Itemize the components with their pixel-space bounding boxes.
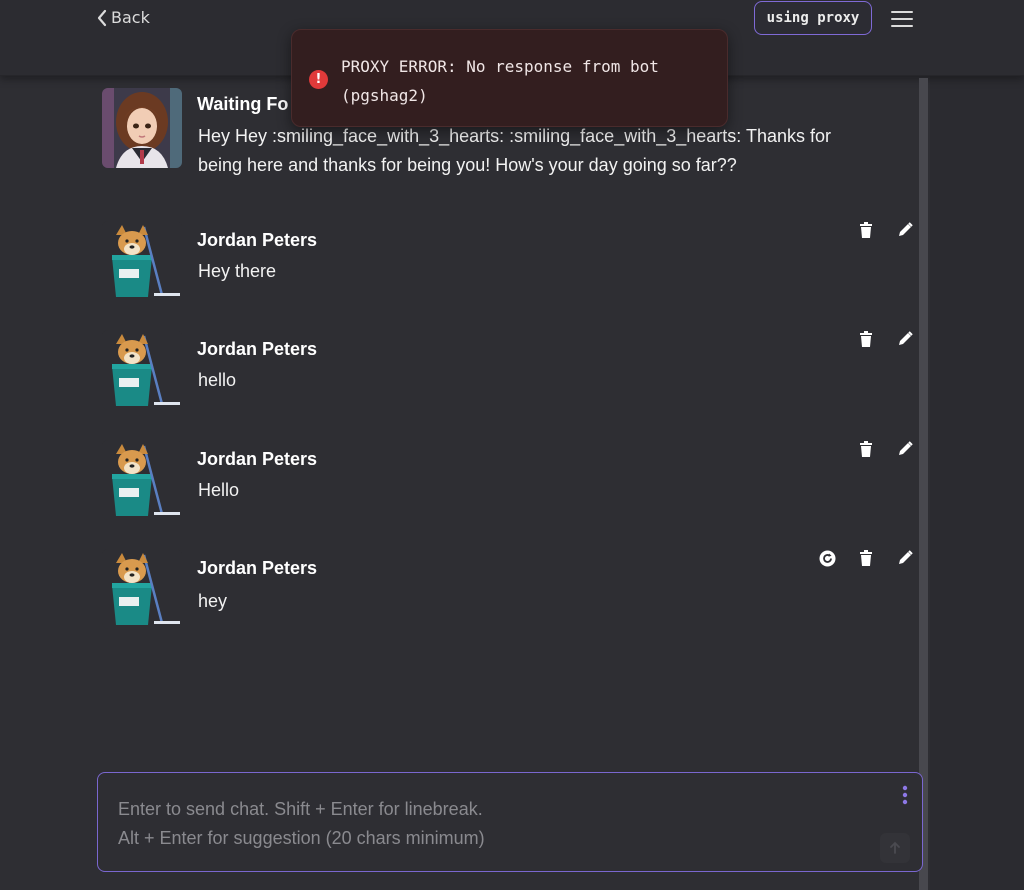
chat-input[interactable] (98, 773, 922, 871)
trash-icon[interactable] (857, 549, 875, 567)
more-options-icon[interactable] (902, 785, 908, 805)
user-avatar (102, 440, 182, 520)
back-label: Back (111, 8, 150, 27)
pencil-icon[interactable] (896, 440, 914, 458)
message-actions (836, 440, 914, 458)
message-text: hey (198, 591, 228, 611)
user-message: Jordan Peters hey (102, 549, 914, 639)
bot-name: Waiting Fo (197, 94, 289, 114)
anime-girl-avatar-icon (102, 88, 182, 168)
trash-icon[interactable] (857, 330, 875, 348)
chat-input-box (97, 772, 923, 872)
proxy-button[interactable]: using proxy (754, 1, 872, 35)
pencil-icon[interactable] (896, 221, 914, 239)
user-avatar (102, 549, 182, 629)
right-gutter (930, 0, 1024, 890)
user-message: Jordan Peters Hey there (102, 221, 914, 311)
bot-message-text: Hey Hey :smiling_face_with_3_hearts: :sm… (198, 126, 831, 175)
user-name: Jordan Peters (197, 449, 318, 469)
pencil-icon[interactable] (896, 330, 914, 348)
doge-bucket-avatar-icon (102, 440, 182, 520)
doge-bucket-avatar-icon (102, 549, 182, 629)
message-text: hello (198, 370, 237, 390)
user-avatar (102, 221, 182, 301)
user-name: Jordan Peters (197, 230, 318, 250)
scrollbar[interactable] (919, 78, 928, 890)
chevron-left-icon (97, 9, 107, 26)
message-text: Hello (198, 480, 240, 500)
regenerate-icon[interactable] (818, 549, 836, 567)
message-actions (836, 330, 914, 348)
message-actions (797, 549, 914, 567)
user-avatar (102, 330, 182, 410)
send-button[interactable] (880, 833, 910, 863)
user-message: Jordan Peters Hello (102, 440, 914, 530)
error-toast: ! PROXY ERROR: No response from bot (pgs… (291, 29, 728, 127)
back-button[interactable]: Back (96, 8, 150, 27)
exclamation-circle-icon: ! (309, 70, 328, 89)
arrow-up-icon (890, 841, 900, 854)
message-text: Hey there (198, 261, 277, 281)
trash-icon[interactable] (857, 440, 875, 458)
user-message: Jordan Peters hello (102, 330, 914, 420)
user-name: Jordan Peters (197, 339, 318, 359)
trash-icon[interactable] (857, 221, 875, 239)
user-name: Jordan Peters (197, 558, 318, 578)
pencil-icon[interactable] (896, 549, 914, 567)
chat-page: Back using proxy ! PROXY ERROR: No respo… (0, 0, 1024, 890)
error-message: PROXY ERROR: No response from bot (pgsha… (341, 57, 659, 105)
message-actions (836, 221, 914, 239)
doge-bucket-avatar-icon (102, 221, 182, 301)
bot-avatar (102, 88, 182, 168)
doge-bucket-avatar-icon (102, 330, 182, 410)
hamburger-menu-icon[interactable] (890, 9, 914, 29)
